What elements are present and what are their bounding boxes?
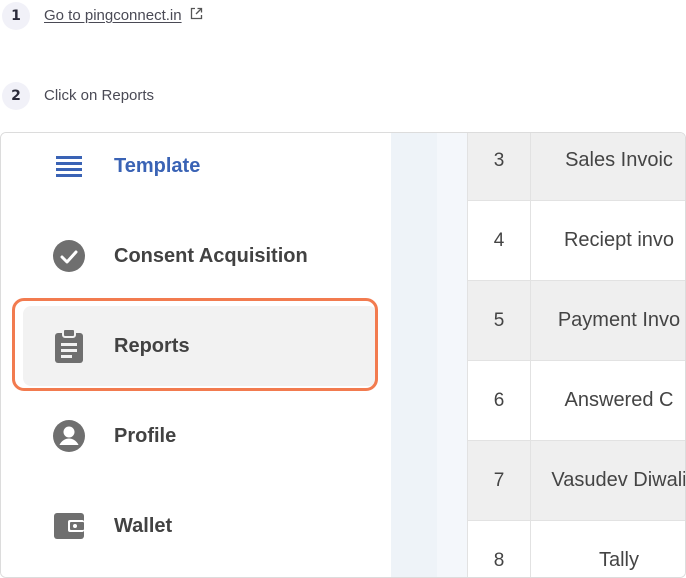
table-row[interactable]: 8 Tally xyxy=(468,521,685,577)
reports-table: 3 Sales Invoic 4 Reciept invo 5 Payment … xyxy=(467,133,686,577)
sidebar-item-profile[interactable]: Profile xyxy=(23,396,377,476)
step-link-text: Go to pingconnect.in xyxy=(44,7,182,24)
main-content: 3 Sales Invoic 4 Reciept invo 5 Payment … xyxy=(437,133,686,577)
sidebar-item-label: Reports xyxy=(114,334,190,357)
row-number: 3 xyxy=(468,133,531,200)
table-row[interactable]: 7 Vasudev Diwali xyxy=(468,441,686,521)
sidebar-item-label: Consent Acquisition xyxy=(114,244,308,267)
sidebar-item-label: Template xyxy=(114,154,201,177)
step-number-badge: 2 xyxy=(2,82,30,110)
row-number: 7 xyxy=(468,441,531,520)
row-name: Payment Invo xyxy=(557,309,681,331)
external-link-icon xyxy=(190,7,203,24)
pingconnect-link[interactable]: Go to pingconnect.in xyxy=(44,7,203,24)
step-number-badge: 1 xyxy=(2,2,30,30)
sidebar-item-wallet[interactable]: Wallet xyxy=(23,486,377,566)
table-row[interactable]: 5 Payment Invo xyxy=(468,281,685,361)
check-circle-icon xyxy=(52,239,86,273)
sidebar-item-label: Profile xyxy=(114,424,177,447)
sidebar-item-consent-acquisition[interactable]: Consent Acquisition xyxy=(23,216,377,296)
row-name: Sales Invoic xyxy=(565,149,673,171)
list-icon xyxy=(52,149,86,183)
sidebar: Template Consent Acquisition Reports Pro… xyxy=(1,133,391,577)
row-name: Reciept invo xyxy=(563,229,675,251)
row-number: 8 xyxy=(468,521,531,577)
table-row[interactable]: 4 Reciept invo xyxy=(468,201,685,281)
app-screenshot-frame: Template Consent Acquisition Reports Pro… xyxy=(0,132,686,578)
wallet-icon xyxy=(52,509,86,543)
row-name: Answered C xyxy=(564,389,674,411)
layout-gutter xyxy=(391,133,437,577)
sidebar-item-reports[interactable]: Reports xyxy=(23,306,377,386)
row-number: 4 xyxy=(468,201,531,280)
sidebar-item-template[interactable]: Template xyxy=(23,133,377,206)
row-number: 6 xyxy=(468,361,531,440)
user-circle-icon xyxy=(52,419,86,453)
table-row[interactable]: 3 Sales Invoic xyxy=(468,133,685,201)
row-name: Tally xyxy=(598,549,639,571)
clipboard-icon xyxy=(52,329,86,363)
sidebar-item-label: Wallet xyxy=(114,514,173,537)
table-row[interactable]: 6 Answered C xyxy=(468,361,685,441)
row-number: 5 xyxy=(468,281,531,360)
row-name: Vasudev Diwali xyxy=(551,469,686,491)
step-instruction: Click on Reports xyxy=(44,87,155,104)
